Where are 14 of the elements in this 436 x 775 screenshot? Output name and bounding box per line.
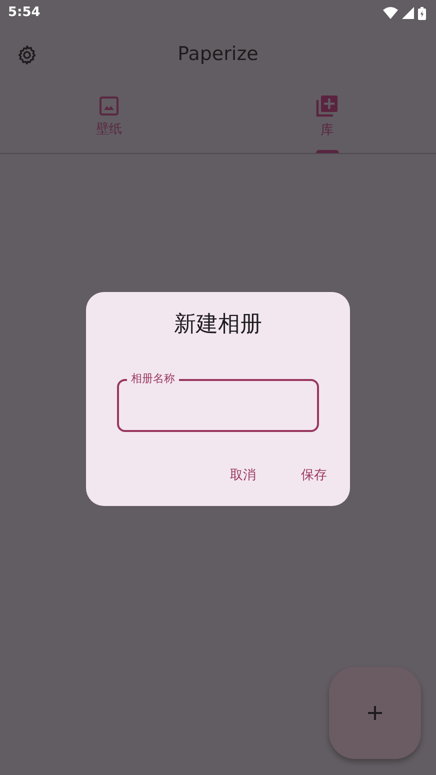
clock-time: 5:54 bbox=[8, 4, 40, 22]
image-icon bbox=[99, 96, 119, 116]
add-collection-icon bbox=[316, 94, 338, 117]
field-label: 相册名称 bbox=[127, 372, 179, 386]
dialog-button[interactable]: 保存 bbox=[301, 460, 327, 492]
tab-indicator bbox=[316, 150, 339, 153]
battery-icon bbox=[418, 6, 426, 20]
plus-icon bbox=[368, 706, 382, 720]
settings-icon bbox=[16, 44, 38, 66]
signal-icon bbox=[402, 7, 414, 19]
dialog-title: 新建相册 bbox=[173, 311, 263, 339]
app-title: Paperize bbox=[176, 42, 260, 67]
wifi-icon bbox=[383, 7, 398, 19]
dialog-button[interactable]: 取消 bbox=[230, 460, 256, 492]
